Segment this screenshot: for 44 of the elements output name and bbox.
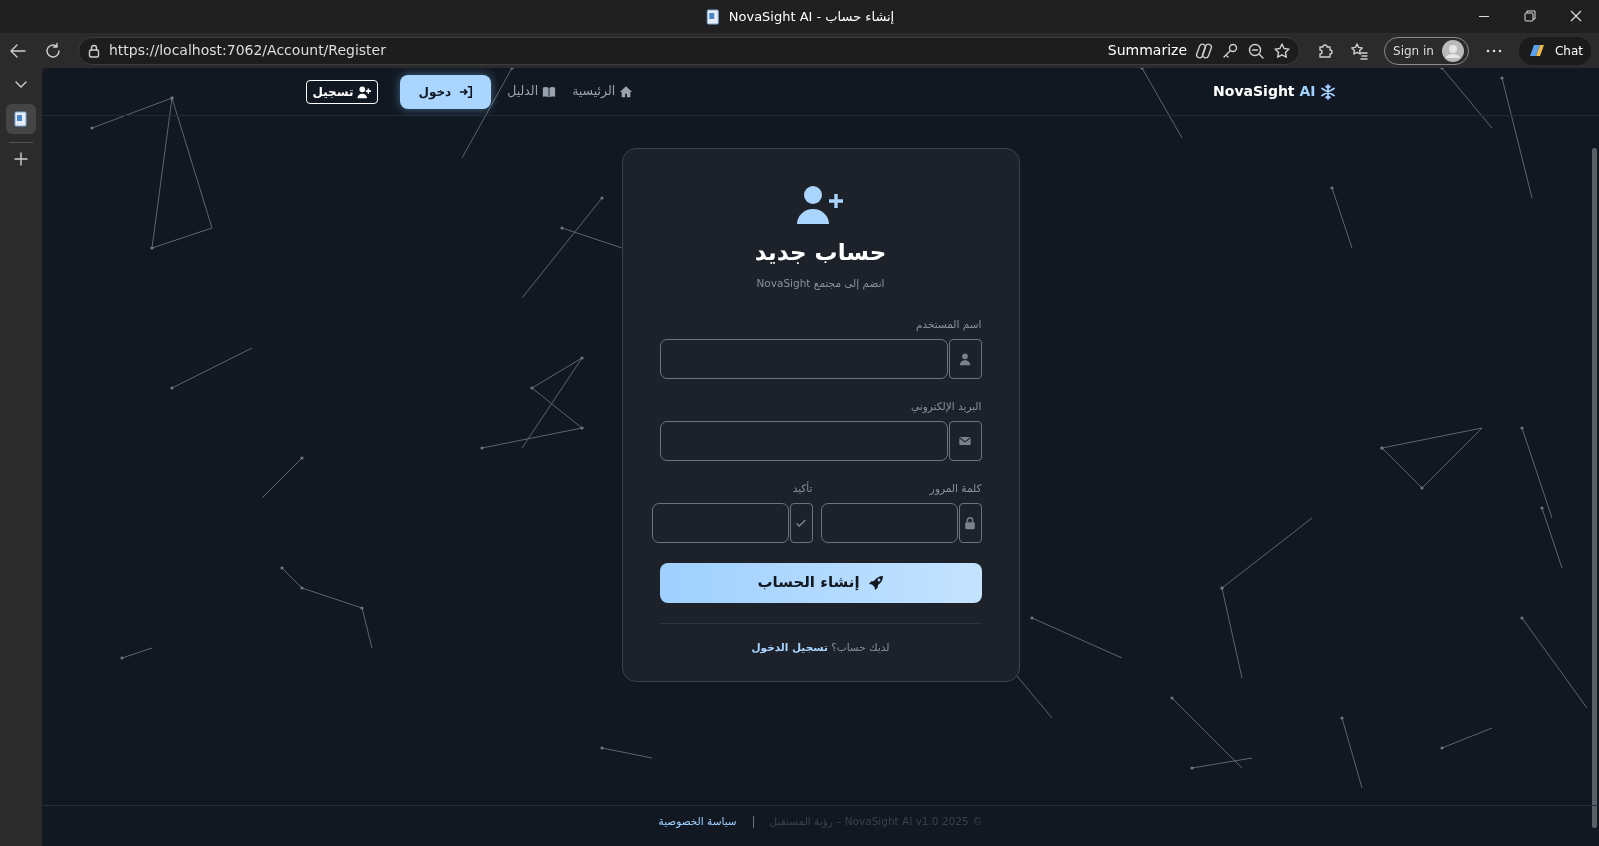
window-title: إنشاء حساب - NovaSight AI [728, 7, 895, 26]
avatar-icon [1441, 39, 1464, 62]
star-icon[interactable] [1273, 41, 1291, 60]
page-icon [704, 8, 721, 25]
register-button[interactable]: تسجيل [305, 79, 379, 104]
puzzle-icon[interactable] [1316, 41, 1334, 60]
brand-logo[interactable]: NovaSight AI [1213, 81, 1316, 102]
username-field[interactable] [659, 339, 948, 379]
field-label: البريد الإلكتروني [910, 399, 982, 415]
summarize-button[interactable]: Summarize [1107, 40, 1187, 61]
card-subtitle: انضم إلى مجتمع NovaSight [755, 275, 886, 292]
login-prompt: لديك حساب؟ تسجيل الدخول [750, 639, 891, 656]
plus-icon[interactable] [13, 151, 29, 167]
login-button[interactable]: دخول [400, 74, 492, 109]
zoom-out-icon[interactable] [1247, 41, 1265, 60]
user-icon [958, 352, 972, 366]
card-title: حساب جديد [753, 238, 888, 267]
lock-icon [963, 515, 978, 530]
email-field[interactable] [659, 420, 948, 461]
field-label: اسم المستخدم [914, 317, 982, 333]
rocket-icon [867, 574, 884, 591]
user-plus-icon [357, 84, 372, 99]
user-plus-icon [795, 185, 846, 225]
chat-button[interactable]: Chat [1518, 36, 1591, 65]
confirm-password-field[interactable] [651, 502, 790, 543]
vertical-tab[interactable] [6, 104, 36, 134]
key-icon[interactable] [1221, 41, 1239, 60]
book-icon [542, 84, 557, 99]
nav-link[interactable]: الرئيسية [568, 82, 638, 101]
password-field[interactable] [820, 502, 959, 543]
favorites-icon[interactable] [1350, 41, 1368, 60]
create-account-button[interactable]: إنشاء الحساب [659, 562, 982, 603]
snowflake-icon [1319, 83, 1336, 100]
lock-icon [87, 43, 101, 58]
refresh-icon[interactable] [44, 41, 62, 60]
privacy-link[interactable]: سياسة الخصوصية [658, 814, 737, 830]
scrollbar[interactable] [1592, 148, 1597, 828]
page-icon [13, 111, 29, 127]
nav-link[interactable]: الدليل [503, 82, 561, 101]
sign-in-icon [459, 84, 474, 99]
field-label: تأكيد [791, 480, 813, 496]
home-icon [619, 84, 634, 99]
url-text[interactable]: https://localhost:7062/Account/Register [109, 40, 386, 61]
field-label: كلمة المرور [928, 480, 982, 497]
